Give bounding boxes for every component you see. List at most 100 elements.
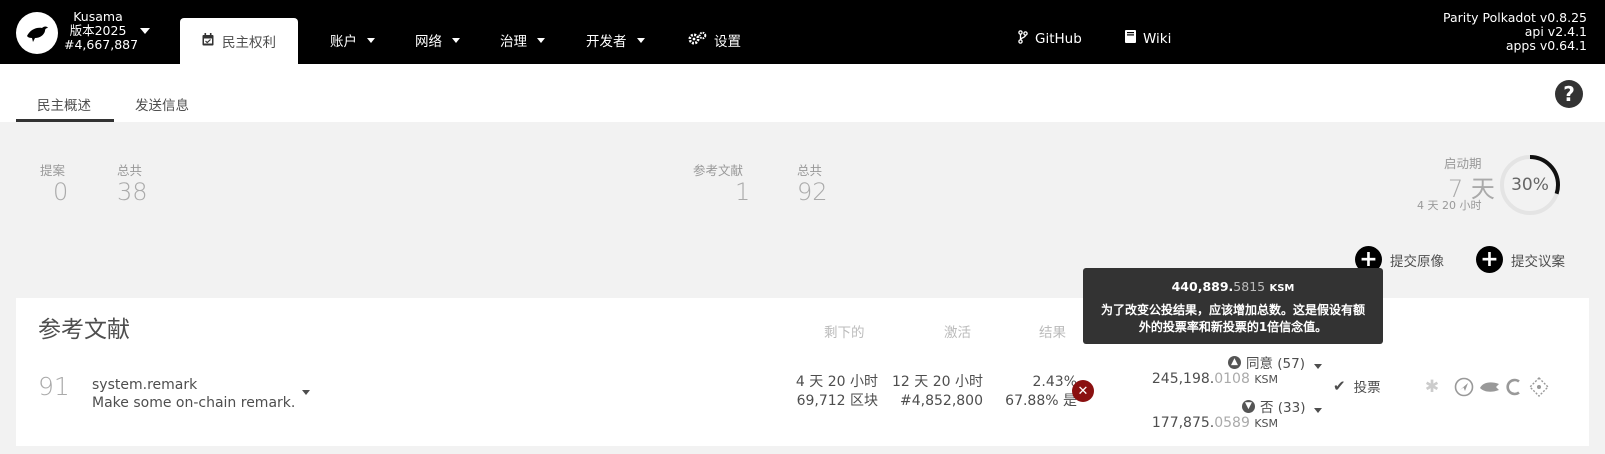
launch-period-remaining: 4 天 20 小时 (1417, 199, 1482, 212)
tooltip-amount: 440,889.5815 KSM (1083, 279, 1383, 294)
activate-block: #4,852,800 (900, 393, 983, 409)
column-activate: 激活 (944, 325, 971, 341)
nay-amount-unit: KSM (1254, 417, 1278, 430)
tab-dispatch[interactable]: 发送信息 (135, 94, 189, 114)
result-cell: 2.43% 67.88% 是 (1005, 373, 1077, 411)
nav-democracy[interactable]: 民主权利 (180, 18, 298, 64)
chevron-down-icon (636, 37, 645, 43)
proposals-value: 0 (53, 178, 69, 206)
active-tab-indicator (16, 119, 114, 122)
submit-proposal-label: 提交议案 (1511, 253, 1565, 270)
column-remaining: 剩下的 (824, 325, 865, 341)
tooltip-amount-int: 440,889. (1171, 279, 1234, 294)
subsquare-icon[interactable] (1479, 376, 1501, 398)
proposals-total-label: 总共 (117, 163, 143, 178)
submit-proposal-button[interactable]: + 提交议案 (1476, 246, 1565, 273)
aye-amount-int: 245,198. (1151, 371, 1215, 387)
proposals-label: 提案 (40, 163, 66, 178)
referendum-call: system.remark Make some on-chain remark. (92, 376, 295, 412)
aye-votes: ▲ 同意 (57) (1228, 352, 1305, 372)
chain-name: Kusama (73, 9, 123, 24)
referenda-label: 参考文献 (693, 163, 744, 178)
nav-wiki[interactable]: Wiki (1125, 30, 1171, 47)
polkassembly-icon[interactable] (1453, 376, 1475, 398)
arrow-up-icon: ▲ (1228, 355, 1241, 369)
remaining-cell: 4 天 20 小时 69,712 区块 (796, 373, 878, 411)
vote-button[interactable]: ✔ 投票 (1333, 376, 1381, 396)
check-icon: ✔ (1333, 377, 1346, 395)
help-icon[interactable]: ? (1555, 80, 1583, 108)
arrow-down-icon: ▼ (1242, 399, 1255, 413)
proposals-total-value: 38 (117, 178, 148, 206)
nav-governance[interactable]: 治理 (500, 30, 545, 50)
submit-preimage-label: 提交原像 (1390, 253, 1444, 270)
nav-github-label: GitHub (1035, 31, 1082, 47)
chevron-down-icon (537, 37, 545, 43)
referendum-index: 91 (38, 372, 70, 401)
referenda-title: 参考文献 (38, 317, 130, 343)
chain-selector[interactable]: Kusama 版本2025 #4,667,887 (64, 9, 139, 52)
referendum-description: Make some on-chain remark. (92, 395, 296, 411)
sub-tabs: 民主概述 发送信息 ? (0, 64, 1605, 122)
gears-icon (688, 31, 707, 49)
api-version: api v2.4.1 (1524, 24, 1587, 39)
version-info: Parity Polkadot v0.8.25 api v2.4.1 apps … (1443, 11, 1587, 53)
explorer-icon[interactable] (1528, 376, 1550, 398)
calendar-icon (202, 32, 214, 50)
chevron-down-icon[interactable] (302, 390, 310, 395)
referenda-value: 1 (735, 178, 751, 206)
apps-version: apps v0.64.1 (1505, 38, 1587, 53)
nav-settings[interactable]: 设置 (688, 30, 741, 50)
activate-cell: 12 天 20 小时 #4,852,800 (892, 373, 983, 411)
plus-icon: + (1476, 246, 1503, 273)
nav-github[interactable]: GitHub (1018, 30, 1082, 48)
aye-expand-icon[interactable] (1314, 364, 1322, 369)
referendum-method: system.remark (92, 377, 198, 393)
asterisk-icon[interactable]: ✱ (1421, 376, 1443, 398)
vote-label: 投票 (1353, 380, 1381, 396)
remaining-time: 4 天 20 小时 (795, 374, 878, 390)
chain-version: 版本2025 (69, 23, 127, 38)
chain-block: #4,667,887 (64, 37, 139, 52)
remaining-blocks: 69,712 区块 (796, 393, 878, 409)
referenda-total-label: 总共 (797, 163, 823, 178)
nay-amount: 177,875.0589 KSM (1152, 415, 1278, 431)
chevron-down-icon[interactable] (140, 28, 150, 34)
launch-progress-percent: 30% (1511, 175, 1549, 195)
aye-amount-unit: KSM (1254, 373, 1278, 386)
aye-percent: 67.88% 是 (1005, 393, 1077, 409)
activate-time: 12 天 20 小时 (892, 374, 983, 390)
nay-label: 否 (33) (1260, 400, 1306, 416)
referenda-total-value: 92 (797, 178, 828, 206)
chevron-down-icon (452, 37, 460, 43)
aye-amount-frac: 0108 (1214, 371, 1250, 387)
client-version: Parity Polkadot v0.8.25 (1442, 10, 1587, 25)
column-result: 结果 (1039, 325, 1066, 341)
chevron-down-icon (367, 37, 375, 43)
nay-expand-icon[interactable] (1314, 408, 1322, 413)
book-icon (1125, 30, 1136, 47)
aye-amount: 245,198.0108 KSM (1152, 371, 1278, 387)
nav-democracy-label: 民主权利 (222, 35, 276, 51)
vote-threshold-tooltip: 440,889.5815 KSM 为了改变公投结果，应该增加总数。这是假设有额外… (1083, 268, 1383, 344)
kusama-logo-icon[interactable] (16, 12, 58, 54)
turnout-percent: 2.43% (1032, 374, 1077, 390)
nav-developer[interactable]: 开发者 (586, 30, 645, 50)
nav-network-label: 网络 (415, 34, 442, 50)
nav-accounts[interactable]: 账户 (330, 30, 375, 50)
tooltip-text: 为了改变公投结果，应该增加总数。这是假设有额外的投票率和新投票的1倍信念值。 (1100, 303, 1365, 334)
nay-amount-frac: 0589 (1214, 415, 1250, 431)
nay-amount-int: 177,875. (1151, 415, 1215, 431)
nav-governance-label: 治理 (500, 34, 527, 50)
commonwealth-icon[interactable] (1504, 376, 1526, 398)
code-branch-icon (1018, 30, 1028, 48)
tab-overview[interactable]: 民主概述 (37, 94, 91, 114)
tooltip-amount-frac: 5815 (1233, 279, 1266, 294)
nay-votes: ▼ 否 (33) (1242, 396, 1306, 416)
nav-network[interactable]: 网络 (415, 30, 460, 50)
nav-settings-label: 设置 (714, 34, 741, 50)
nav-accounts-label: 账户 (330, 34, 357, 50)
nav-wiki-label: Wiki (1143, 30, 1172, 47)
tooltip-amount-unit: KSM (1269, 283, 1295, 294)
aye-label: 同意 (57) (1246, 356, 1306, 372)
